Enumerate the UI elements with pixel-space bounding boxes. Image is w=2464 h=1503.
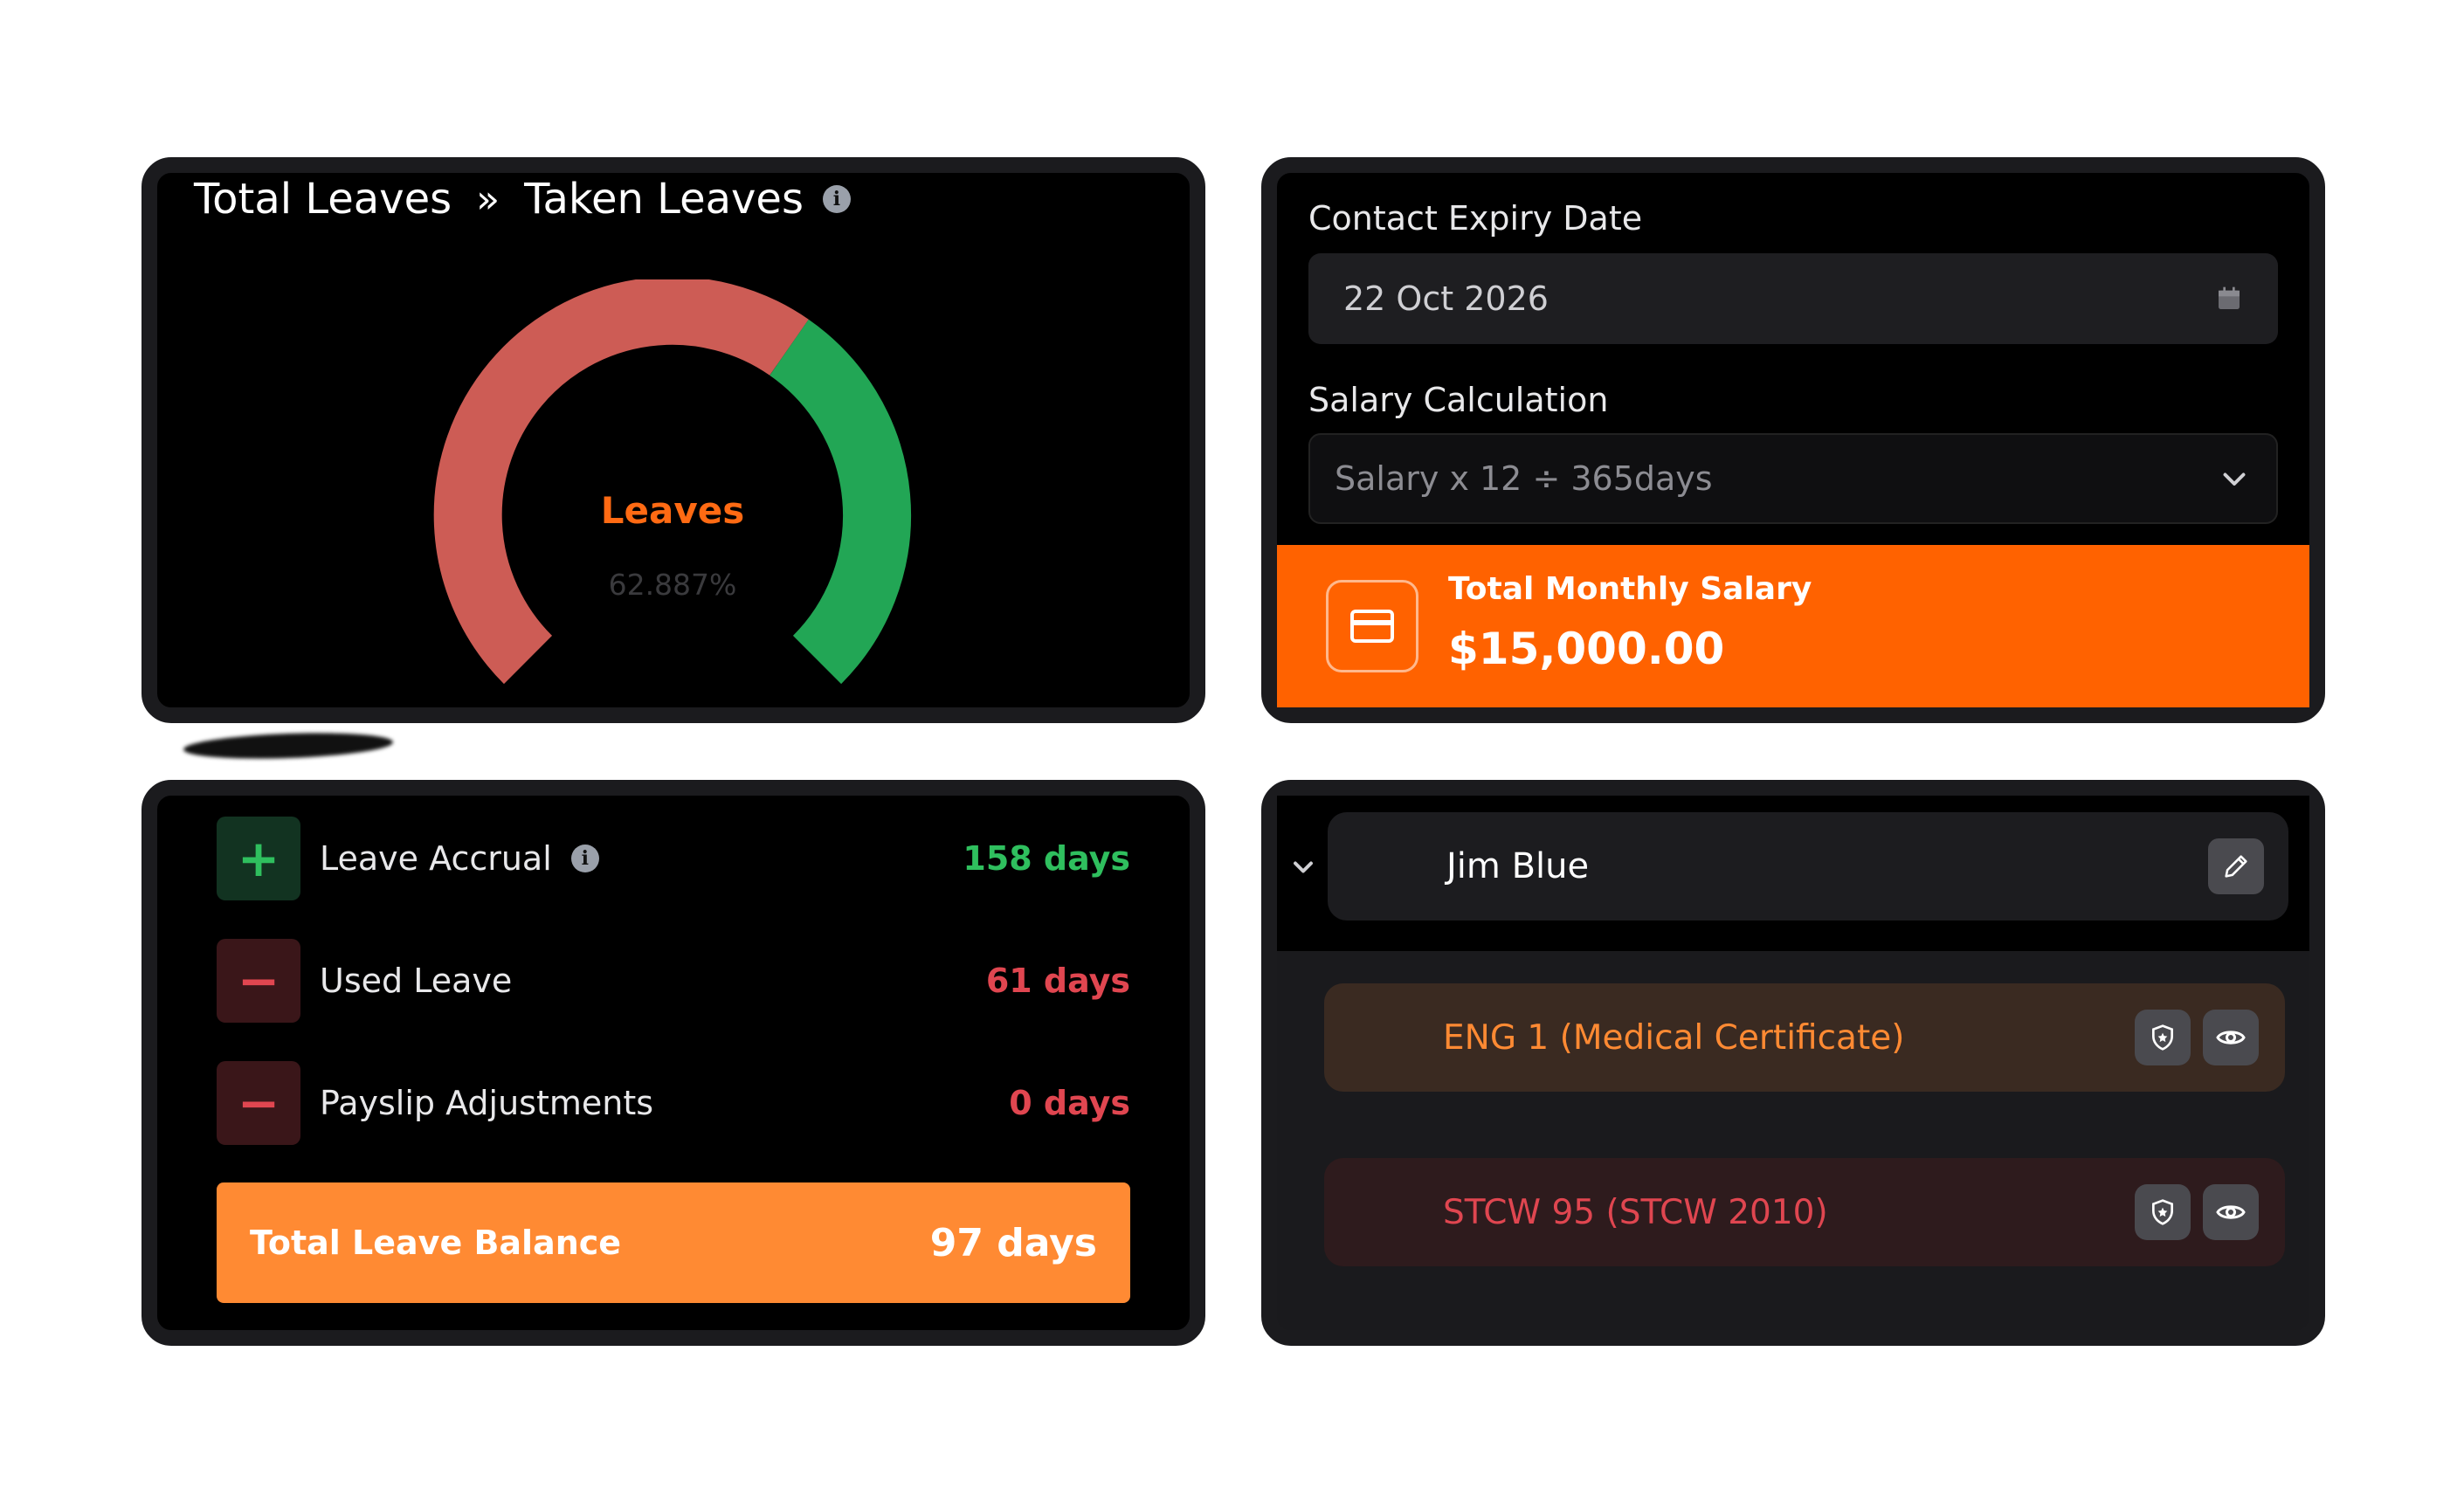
breadcrumb-total-leaves[interactable]: Total Leaves <box>194 175 452 224</box>
total-leave-balance-label: Total Leave Balance <box>250 1224 622 1262</box>
shield-icon <box>2152 1024 2173 1051</box>
document-label: ENG 1 (Medical Certificate) <box>1443 1017 1905 1058</box>
leave-accrual-row: + Leave Accrual i 158 days <box>217 817 1130 900</box>
credit-card-icon <box>1350 610 1394 643</box>
minus-icon: − <box>217 939 300 1023</box>
minus-icon: − <box>217 1061 300 1145</box>
gauge-title: Leaves <box>600 489 745 532</box>
info-icon[interactable]: i <box>570 845 599 872</box>
view-button[interactable] <box>2203 1184 2259 1240</box>
total-salary-amount: $15,000.00 <box>1448 624 1725 674</box>
document-label: STCW 95 (STCW 2010) <box>1443 1192 1828 1232</box>
leave-accrual-label: Leave Accrual <box>320 839 552 878</box>
document-item[interactable]: STCW 95 (STCW 2010) <box>1324 1158 2285 1266</box>
shield-button[interactable] <box>2135 1010 2191 1065</box>
breadcrumb: Total Leaves » Taken Leaves i <box>194 175 851 224</box>
view-button[interactable] <box>2203 1010 2259 1065</box>
calendar-icon[interactable] <box>2215 285 2243 313</box>
pencil-icon <box>2225 855 2247 878</box>
total-salary-title: Total Monthly Salary <box>1448 571 1812 607</box>
shield-button[interactable] <box>2135 1184 2191 1240</box>
total-salary-banner: Total Monthly Salary $15,000.00 <box>1277 545 2309 707</box>
person-name: Jim Blue <box>1446 846 1590 886</box>
edit-button[interactable] <box>2208 838 2264 894</box>
total-leave-balance-value: 97 days <box>929 1220 1097 1265</box>
chevron-down-icon[interactable] <box>1287 851 1319 883</box>
decorative-smudge <box>183 729 394 762</box>
payslip-adjustments-label: Payslip Adjustments <box>320 1084 654 1122</box>
row-label-wrap: Leave Accrual i <box>320 839 963 878</box>
payslip-adjustments-row: − Payslip Adjustments 0 days <box>217 1061 1130 1145</box>
credit-card-icon-box <box>1326 580 1418 672</box>
gauge-value: 62.887% <box>608 568 737 602</box>
salary-calculation-value: Salary x 12 ÷ 365days <box>1335 459 1713 498</box>
payslip-adjustments-value: 0 days <box>1009 1084 1130 1122</box>
gauge-arc-taken <box>433 279 809 685</box>
salary-calculation-label: Salary Calculation <box>1308 381 1609 419</box>
chevron-down-icon <box>2223 472 2246 486</box>
plus-icon: + <box>217 817 300 900</box>
used-leave-label: Used Leave <box>320 962 513 1000</box>
shield-icon <box>2152 1199 2173 1225</box>
expiry-date-value: 22 Oct 2026 <box>1343 279 1549 318</box>
used-leave-row: − Used Leave 61 days <box>217 939 1130 1023</box>
breadcrumb-taken-leaves[interactable]: Taken Leaves <box>524 175 804 224</box>
breadcrumb-separator: » <box>476 176 500 222</box>
leave-accrual-value: 158 days <box>963 839 1130 878</box>
salary-calculation-select[interactable]: Salary x 12 ÷ 365days <box>1308 433 2278 524</box>
eye-icon <box>2216 1205 2246 1219</box>
eye-icon <box>2216 1031 2246 1045</box>
info-icon[interactable]: i <box>822 185 851 213</box>
person-row[interactable]: Jim Blue <box>1328 812 2288 920</box>
expiry-date-field[interactable]: 22 Oct 2026 <box>1308 253 2278 344</box>
document-item[interactable]: ENG 1 (Medical Certificate) <box>1324 983 2285 1092</box>
total-leave-balance: Total Leave Balance 97 days <box>217 1182 1130 1303</box>
used-leave-value: 61 days <box>985 962 1130 1000</box>
expiry-date-label: Contact Expiry Date <box>1308 199 1643 238</box>
